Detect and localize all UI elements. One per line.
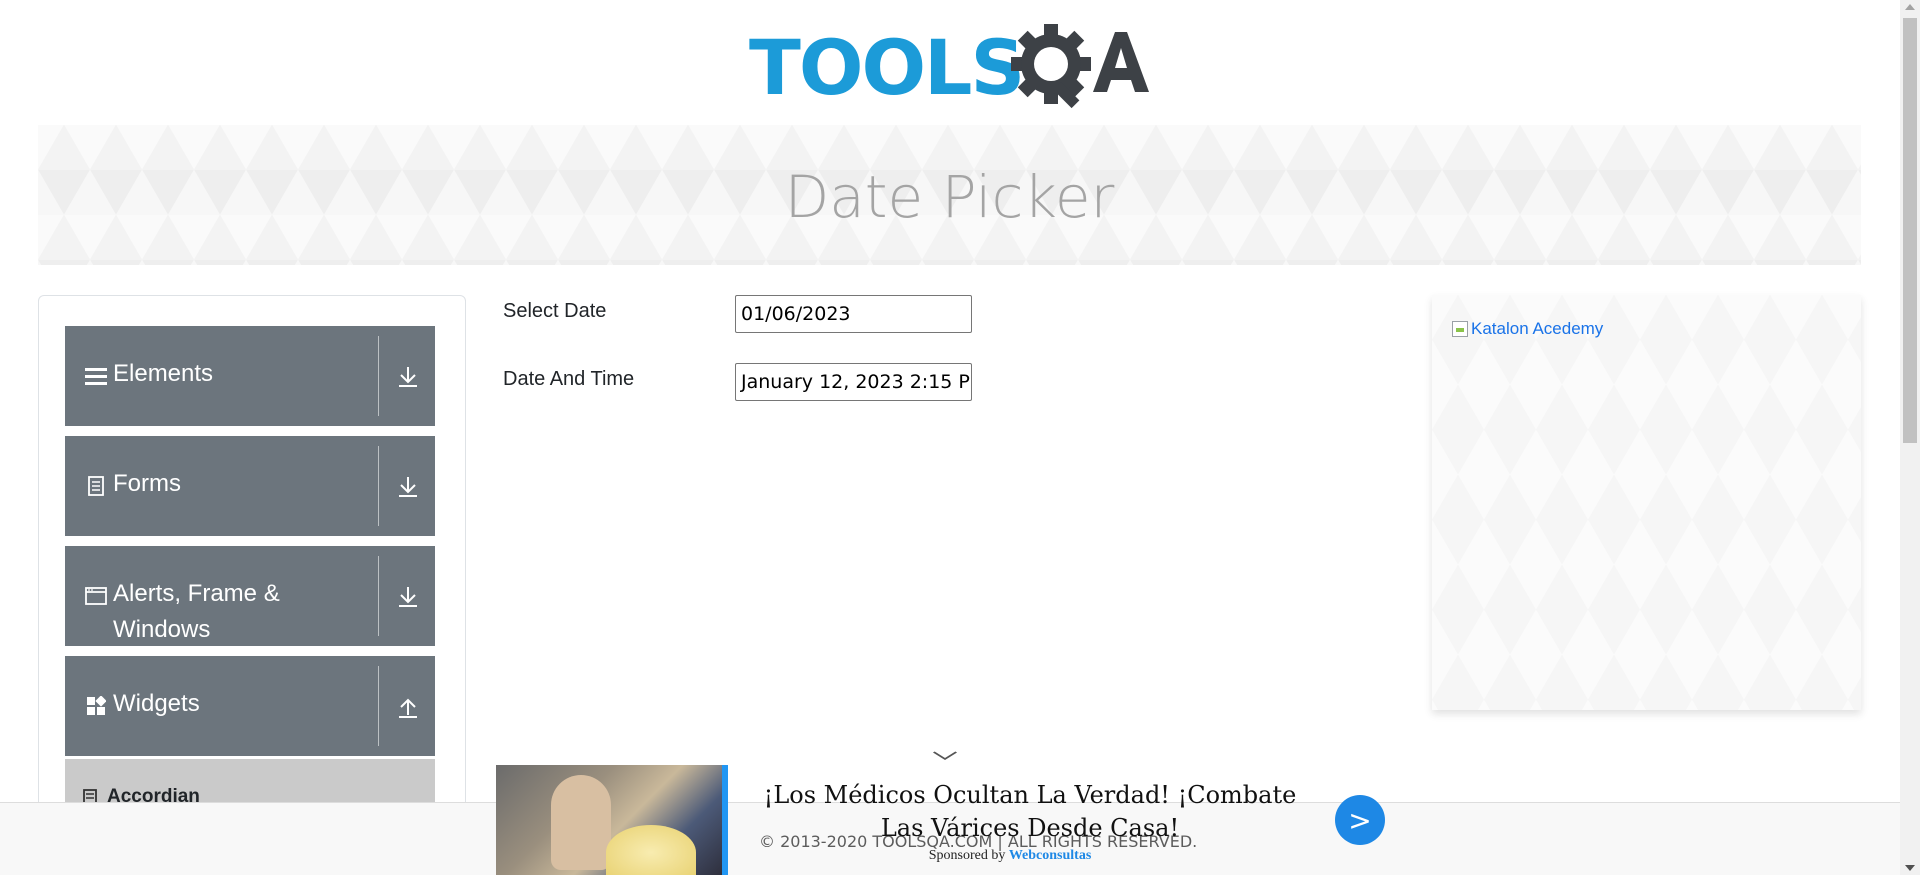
sponsored-by-label: Sponsored by bbox=[928, 848, 1006, 863]
ad-accent-bar bbox=[722, 765, 728, 875]
left-panel: Elements Forms Alerts, Frame & Windows W… bbox=[38, 295, 466, 875]
select-date-input[interactable]: 01/06/2023 bbox=[735, 295, 972, 333]
sidebar-group-elements[interactable]: Elements bbox=[65, 326, 435, 426]
ad-image-leg bbox=[551, 775, 611, 870]
sidebar-group-forms[interactable]: Forms bbox=[65, 436, 435, 536]
select-date-label: Select Date bbox=[503, 300, 607, 322]
page-title: Date Picker bbox=[784, 163, 1115, 231]
chevron-down-icon[interactable] bbox=[932, 745, 958, 766]
ad-image[interactable] bbox=[496, 765, 726, 875]
divider bbox=[378, 446, 379, 526]
hamburger-icon bbox=[85, 365, 107, 387]
scroll-down-arrow-icon[interactable] bbox=[1905, 865, 1915, 871]
download-arrow-icon[interactable] bbox=[393, 362, 423, 392]
date-and-time-input[interactable]: January 12, 2023 2:15 PM bbox=[735, 363, 972, 401]
logo-gear-magnifier-icon bbox=[1011, 24, 1149, 109]
download-arrow-icon[interactable] bbox=[393, 472, 423, 502]
window-icon bbox=[85, 585, 107, 607]
scrollbar-thumb[interactable] bbox=[1903, 18, 1917, 443]
toolsqa-logo[interactable]: TOOLS bbox=[749, 20, 1153, 115]
sidebar-group-alerts-frame-windows[interactable]: Alerts, Frame & Windows bbox=[65, 546, 435, 646]
logo-text: TOOLS bbox=[749, 28, 1025, 108]
sidebar-group-label: Elements bbox=[113, 360, 214, 387]
vertical-scrollbar[interactable] bbox=[1900, 0, 1920, 875]
ad-headline[interactable]: ¡Los Médicos Ocultan La Verdad! ¡Combate… bbox=[740, 779, 1320, 845]
logo-text-tools: TOOLS bbox=[749, 23, 1025, 112]
ad-sponsor-line: Sponsored by Webconsultas bbox=[740, 848, 1280, 864]
broken-image-icon bbox=[1452, 321, 1468, 337]
right-ad-panel: Katalon Acedemy bbox=[1432, 295, 1861, 710]
upload-arrow-icon[interactable] bbox=[393, 692, 423, 722]
widgets-icon bbox=[85, 695, 107, 717]
document-icon bbox=[85, 475, 107, 497]
bottom-ad-banner[interactable]: ¡Los Médicos Ocultan La Verdad! ¡Combate… bbox=[496, 765, 1386, 875]
sidebar-group-label: Widgets bbox=[113, 690, 200, 717]
sidebar-group-label: Alerts, Frame & Windows bbox=[113, 580, 280, 643]
divider bbox=[378, 556, 379, 636]
divider bbox=[378, 666, 379, 746]
sidebar-group-label: Forms bbox=[113, 470, 181, 497]
ad-image-bucket bbox=[606, 825, 696, 875]
date-and-time-label: Date And Time bbox=[503, 368, 635, 390]
sidebar-group-widgets[interactable]: Widgets bbox=[65, 656, 435, 756]
download-arrow-icon[interactable] bbox=[393, 582, 423, 612]
sponsor-name[interactable]: Webconsultas bbox=[1009, 848, 1091, 863]
divider bbox=[378, 336, 379, 416]
scroll-up-arrow-icon[interactable] bbox=[1905, 4, 1915, 10]
katalon-academy-ad-link[interactable]: Katalon Acedemy bbox=[1452, 319, 1603, 339]
ad-go-button[interactable]: > bbox=[1335, 795, 1385, 845]
page-banner: Date Picker bbox=[38, 125, 1861, 265]
broken-image-alt-text: Katalon Acedemy bbox=[1471, 319, 1604, 338]
